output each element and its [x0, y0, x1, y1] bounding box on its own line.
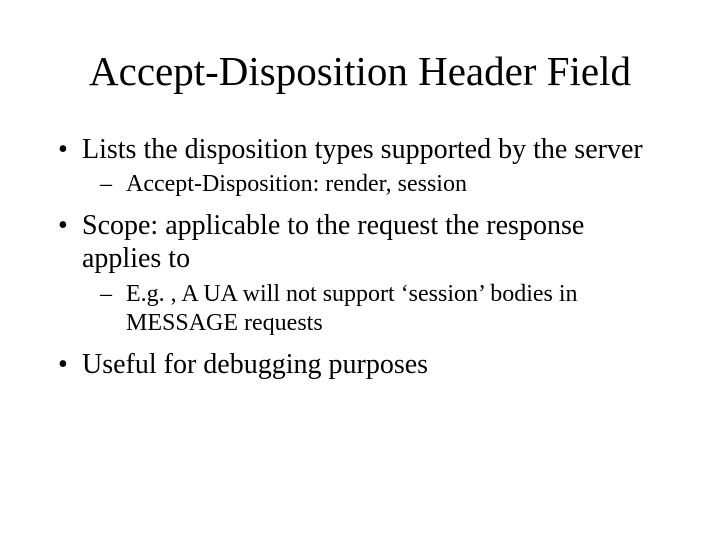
slide: Accept-Disposition Header Field Lists th…	[0, 0, 720, 540]
list-item-text: Scope: applicable to the request the res…	[82, 210, 584, 274]
sub-list: Accept-Disposition: render, session	[82, 170, 666, 199]
sub-list-item: Accept-Disposition: render, session	[100, 170, 666, 199]
list-item-text: Lists the disposition types supported by…	[82, 134, 643, 165]
bullet-list: Lists the disposition types supported by…	[54, 133, 666, 381]
list-item-text: Useful for debugging purposes	[82, 349, 428, 380]
sub-list: E.g. , A UA will not support ‘session’ b…	[82, 280, 666, 339]
sub-list-item-text: Accept-Disposition: render, session	[126, 171, 467, 197]
slide-title: Accept-Disposition Header Field	[54, 48, 666, 95]
list-item: Lists the disposition types supported by…	[54, 133, 666, 199]
list-item: Useful for debugging purposes	[54, 348, 666, 381]
list-item: Scope: applicable to the request the res…	[54, 209, 666, 338]
sub-list-item: E.g. , A UA will not support ‘session’ b…	[100, 280, 666, 339]
sub-list-item-text: E.g. , A UA will not support ‘session’ b…	[126, 281, 578, 336]
